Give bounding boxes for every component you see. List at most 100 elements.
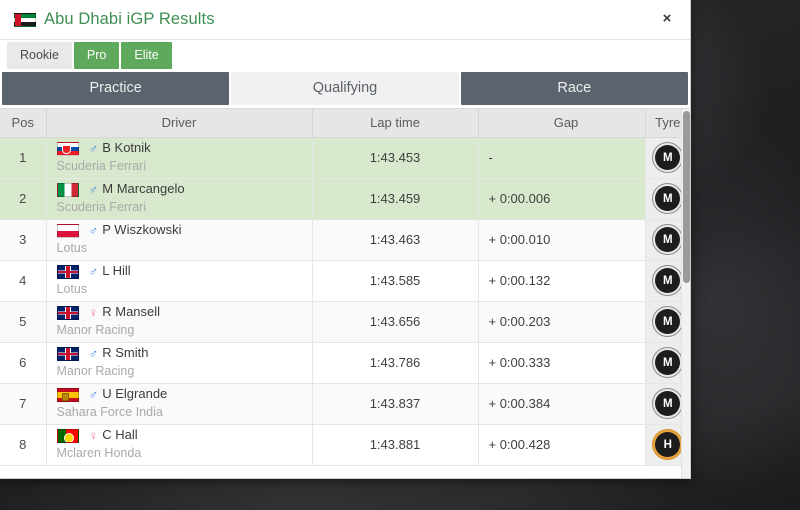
tab-race[interactable]: Race <box>460 72 688 105</box>
cell-driver: ♂ R Smith Manor Racing <box>46 342 313 384</box>
position-value: 5 <box>19 314 27 329</box>
cell-driver: ♂ U Elgrande Sahara Force India <box>46 383 313 425</box>
column-header-driver: Driver <box>46 109 313 138</box>
driver-identity: ♂ P Wiszkowski <box>56 222 311 239</box>
driver-name: B Kotnik <box>102 140 151 156</box>
driver-name: C Hall <box>102 427 138 443</box>
cell-position: 1 <box>0 137 47 179</box>
gender-female-icon: ♀ <box>88 428 99 444</box>
lap-time-value: 1:43.656 <box>369 314 421 329</box>
position-value: 1 <box>19 150 27 165</box>
cell-position: 3 <box>0 219 47 261</box>
gap-value: + 0:00.428 <box>488 437 551 452</box>
cell-lap-time: 1:43.459 <box>312 178 479 220</box>
close-button[interactable]: × <box>656 9 678 31</box>
cell-lap-time: 1:43.453 <box>312 137 479 179</box>
driver-name: M Marcangelo <box>102 181 185 197</box>
gap-value: + 0:00.132 <box>488 273 551 288</box>
tyre-compound-icon: M <box>655 309 681 334</box>
results-dialog: Abu Dhabi iGP Results × Rookie Pro Elite… <box>0 0 691 479</box>
tyre-compound-icon: M <box>655 186 681 211</box>
driver-name: R Smith <box>102 345 149 361</box>
cell-gap: - <box>478 137 646 179</box>
tier-selector: Rookie Pro Elite <box>0 40 690 72</box>
table-row[interactable]: 3 ♂ P Wiszkowski Lotus 1:43.463 + 0:00.010 M <box>0 219 690 261</box>
tier-button-elite[interactable]: Elite <box>121 42 172 69</box>
position-value: 7 <box>19 396 27 411</box>
table-row[interactable]: 8 ♀ C Hall Mclaren Honda 1:43.881 + 0:00.428 H <box>0 424 690 466</box>
gbr-flag-icon <box>56 264 79 279</box>
esp-flag-icon <box>56 387 79 402</box>
driver-team: Manor Racing <box>56 323 135 338</box>
gap-value: + 0:00.333 <box>488 355 551 370</box>
gap-value: + 0:00.384 <box>488 396 551 411</box>
gbr-flag-icon <box>56 346 79 361</box>
cell-gap: + 0:00.428 <box>478 424 646 466</box>
position-value: 3 <box>19 232 27 247</box>
gender-female-icon: ♀ <box>88 305 99 321</box>
tab-qualifying[interactable]: Qualifying <box>231 72 459 105</box>
cell-position: 8 <box>0 424 47 466</box>
tyre-compound-icon: M <box>655 391 681 416</box>
lap-time-value: 1:43.881 <box>369 437 421 452</box>
cell-position: 5 <box>0 301 47 343</box>
driver-team: Sahara Force India <box>56 405 163 420</box>
ita-flag-icon <box>56 182 79 197</box>
gap-value: - <box>488 150 493 165</box>
position-value: 2 <box>19 191 27 206</box>
table-row[interactable]: 5 ♀ R Mansell Manor Racing 1:43.656 + 0:00.20… <box>0 301 690 343</box>
tyre-compound-icon: H <box>655 432 681 457</box>
cell-driver: ♂ M Marcangelo Scuderia Ferrari <box>46 178 313 220</box>
column-header-pos: Pos <box>0 109 47 138</box>
cell-lap-time: 1:43.786 <box>312 342 479 384</box>
table-row[interactable]: 1 ♂ B Kotnik Scuderia Ferrari 1:43.453 - M <box>0 137 690 179</box>
cell-position: 6 <box>0 342 47 384</box>
cell-lap-time: 1:43.585 <box>312 260 479 302</box>
lap-time-value: 1:43.837 <box>369 396 421 411</box>
gender-male-icon: ♂ <box>88 346 99 362</box>
session-tabs: Practice Qualifying Race <box>0 72 690 108</box>
driver-name: L Hill <box>102 263 131 279</box>
table-row[interactable]: 4 ♂ L Hill Lotus 1:43.585 + 0:00.132 M <box>0 260 690 302</box>
results-scrollbar[interactable] <box>681 109 690 478</box>
table-header-row: Pos Driver Lap time Gap Tyre <box>0 109 690 138</box>
uae-flag-icon <box>14 12 36 27</box>
driver-identity: ♀ C Hall <box>56 427 311 444</box>
driver-identity: ♂ U Elgrande <box>56 386 311 403</box>
table-body: 1 ♂ B Kotnik Scuderia Ferrari 1:43.453- M 2 ♂ M … <box>0 137 690 466</box>
driver-name: R Mansell <box>102 304 161 320</box>
dialog-header: Abu Dhabi iGP Results × <box>0 0 690 40</box>
cell-position: 2 <box>0 178 47 220</box>
gender-male-icon: ♂ <box>88 141 99 157</box>
cell-driver: ♂ L Hill Lotus <box>46 260 313 302</box>
driver-identity: ♂ M Marcangelo <box>56 181 311 198</box>
driver-identity: ♂ R Smith <box>56 345 311 362</box>
driver-team: Scuderia Ferrari <box>56 200 147 215</box>
table-row[interactable]: 2 ♂ M Marcangelo Scuderia Ferrari 1:43.459 + … <box>0 178 690 220</box>
tyre-compound-icon: M <box>655 268 681 293</box>
tier-button-pro[interactable]: Pro <box>73 42 120 69</box>
driver-name: U Elgrande <box>102 386 168 402</box>
pol-flag-icon <box>56 223 79 238</box>
cell-lap-time: 1:43.656 <box>312 301 479 343</box>
gender-male-icon: ♂ <box>88 387 99 403</box>
tab-practice[interactable]: Practice <box>2 72 230 105</box>
lap-time-value: 1:43.786 <box>369 355 421 370</box>
gbr-flag-icon <box>56 305 79 320</box>
driver-team: Scuderia Ferrari <box>56 159 147 174</box>
table-row[interactable]: 7 ♂ U Elgrande Sahara Force India 1:43.837 + … <box>0 383 690 425</box>
driver-team: Manor Racing <box>56 364 135 379</box>
gender-male-icon: ♂ <box>88 182 99 198</box>
gender-male-icon: ♂ <box>88 223 99 239</box>
cell-driver: ♀ C Hall Mclaren Honda <box>46 424 313 466</box>
cell-gap: + 0:00.006 <box>478 178 646 220</box>
tier-button-rookie[interactable]: Rookie <box>7 42 72 69</box>
lap-time-value: 1:43.459 <box>369 191 421 206</box>
driver-team: Lotus <box>56 282 88 297</box>
driver-team: Mclaren Honda <box>56 446 142 461</box>
driver-identity: ♂ L Hill <box>56 263 311 279</box>
position-value: 4 <box>19 273 27 288</box>
scrollbar-thumb[interactable] <box>683 111 690 283</box>
position-value: 8 <box>19 437 27 452</box>
table-row[interactable]: 6 ♂ R Smith Manor Racing 1:43.786 + 0:00.333 M <box>0 342 690 384</box>
